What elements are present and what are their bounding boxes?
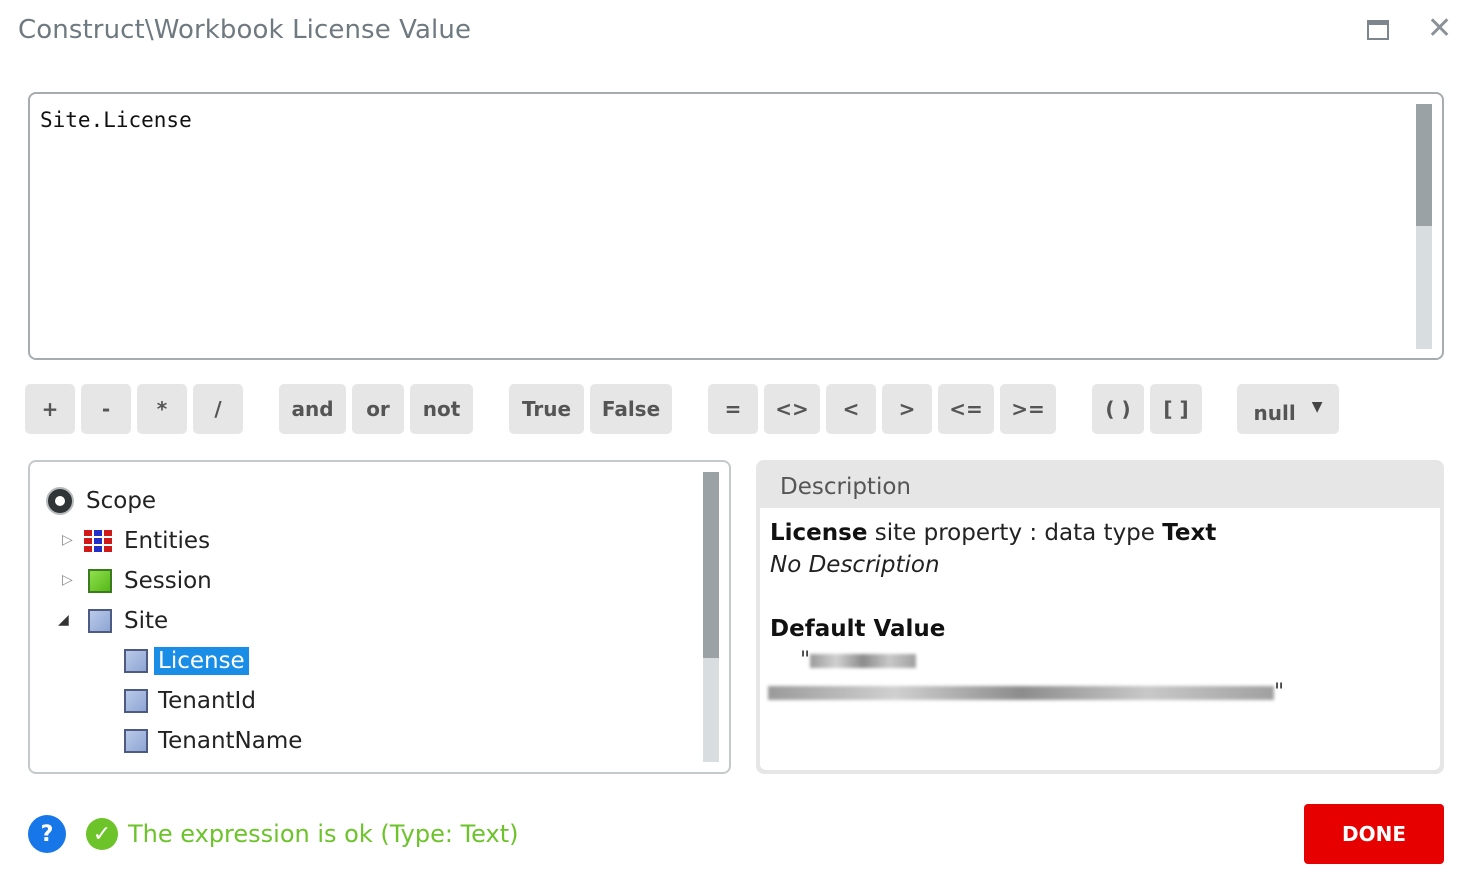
scope-tree: Scope ▷ Entities ▷ Session ◢ Site Licens… xyxy=(28,460,731,774)
op-not-equals-button[interactable]: <> xyxy=(764,384,820,434)
property-icon xyxy=(124,649,148,673)
tree-node-site[interactable]: ◢ Site xyxy=(58,604,168,638)
op-true-button[interactable]: True xyxy=(509,384,584,434)
tree-node-entities[interactable]: ▷ Entities xyxy=(62,524,210,558)
default-value-line2: " xyxy=(768,680,1284,705)
op-not-button[interactable]: not xyxy=(410,384,473,434)
description-note: No Description xyxy=(770,552,940,578)
tree-node-session[interactable]: ▷ Session xyxy=(62,564,212,598)
property-name: License xyxy=(770,520,868,546)
session-icon xyxy=(88,569,112,593)
expression-text[interactable]: Site.License xyxy=(40,108,192,132)
expand-icon[interactable]: ▷ xyxy=(62,532,73,548)
tree-node-label: Scope xyxy=(86,488,157,514)
tree-node-label: License xyxy=(154,647,249,675)
collapse-icon[interactable]: ◢ xyxy=(58,612,69,628)
tree-node-label: Session xyxy=(124,568,212,594)
done-button[interactable]: DONE xyxy=(1304,804,1444,864)
op-or-button[interactable]: or xyxy=(352,384,404,434)
scope-icon xyxy=(46,487,74,515)
op-multiply-button[interactable]: * xyxy=(137,384,187,434)
check-circle-icon: ✓ xyxy=(86,818,118,850)
close-icon[interactable]: ✕ xyxy=(1427,14,1452,44)
op-and-button[interactable]: and xyxy=(279,384,346,434)
maximize-icon[interactable] xyxy=(1367,20,1389,40)
tree-scrollbar-thumb[interactable] xyxy=(703,472,719,658)
entities-icon xyxy=(84,530,112,552)
tree-node-label: Entities xyxy=(124,528,211,554)
op-less-than-button[interactable]: < xyxy=(826,384,876,434)
tree-node-label: Site xyxy=(124,608,169,634)
site-icon xyxy=(88,609,112,633)
op-divide-button[interactable]: / xyxy=(193,384,243,434)
null-dropdown-label: null xyxy=(1253,401,1296,425)
redacted-value xyxy=(810,654,917,668)
tree-node-tenantid[interactable]: TenantId xyxy=(124,684,256,718)
expression-editor[interactable]: Site.License xyxy=(28,92,1444,360)
chevron-down-icon: ▼ xyxy=(1311,399,1323,415)
validation-status: The expression is ok (Type: Text) xyxy=(128,820,519,848)
expand-icon[interactable]: ▷ xyxy=(62,572,73,588)
help-button[interactable]: ? xyxy=(28,815,66,853)
op-plus-button[interactable]: + xyxy=(25,384,75,434)
property-icon xyxy=(124,689,148,713)
close-quote: " xyxy=(1274,680,1285,705)
op-false-button[interactable]: False xyxy=(590,384,672,434)
description-header: Description xyxy=(780,474,911,500)
op-less-equal-button[interactable]: <= xyxy=(938,384,994,434)
property-data-type: Text xyxy=(1162,520,1217,546)
editor-scrollbar-thumb[interactable] xyxy=(1416,104,1432,226)
editor-scrollbar[interactable] xyxy=(1416,104,1432,349)
tree-node-scope[interactable]: Scope xyxy=(46,484,156,518)
null-dropdown[interactable]: null ▼ xyxy=(1237,384,1339,434)
tree-node-tenantname[interactable]: TenantName xyxy=(124,724,302,758)
op-minus-button[interactable]: - xyxy=(81,384,131,434)
tree-node-label: TenantId xyxy=(158,688,256,714)
default-value-label: Default Value xyxy=(770,616,946,642)
redacted-value xyxy=(768,686,1274,700)
open-quote: " xyxy=(800,648,811,673)
tree-node-label: TenantName xyxy=(158,728,303,754)
dialog-title: Construct\Workbook License Value xyxy=(18,15,472,45)
tree-scrollbar[interactable] xyxy=(703,472,719,762)
description-body: License site property : data type Text N… xyxy=(760,508,1440,770)
property-icon xyxy=(124,729,148,753)
op-parentheses-button[interactable]: ( ) xyxy=(1092,384,1144,434)
description-panel: Description License site property : data… xyxy=(756,460,1444,774)
property-kind: site property : data type xyxy=(874,520,1155,546)
default-value-line1: " xyxy=(800,648,917,673)
op-equals-button[interactable]: = xyxy=(708,384,758,434)
description-summary: License site property : data type Text xyxy=(770,520,1216,546)
op-greater-than-button[interactable]: > xyxy=(882,384,932,434)
tree-node-license[interactable]: License xyxy=(124,644,249,678)
op-brackets-button[interactable]: [ ] xyxy=(1150,384,1202,434)
op-greater-equal-button[interactable]: >= xyxy=(1000,384,1056,434)
